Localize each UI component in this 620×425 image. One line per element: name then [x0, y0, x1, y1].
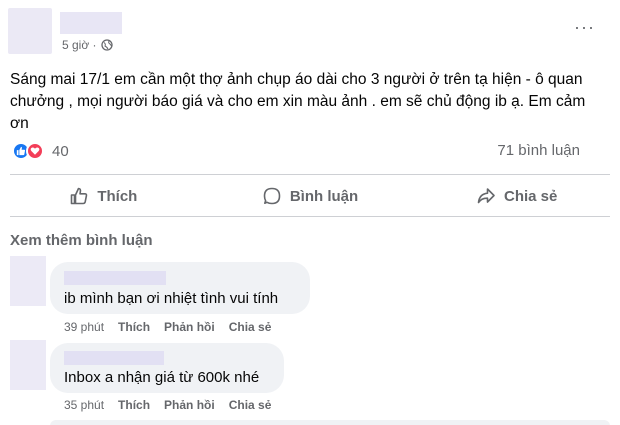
comment-actions: 39 phút Thích Phản hồi Chia sẻ — [64, 320, 271, 334]
thumbs-up-icon — [71, 187, 88, 205]
love-reaction-icon — [26, 142, 44, 160]
commenter-name-redacted[interactable] — [64, 351, 164, 365]
comment-bubble: ib mình bạn ơi nhiệt tình vui tính — [50, 262, 310, 314]
commenter-avatar[interactable] — [10, 256, 46, 306]
commenter-avatar[interactable] — [10, 340, 46, 390]
comment-like-button[interactable]: Thích — [118, 320, 150, 334]
post-time[interactable]: 5 giờ · — [62, 38, 97, 52]
more-options-icon[interactable]: ··· — [574, 18, 595, 36]
globe-icon — [100, 39, 113, 51]
comment-button[interactable]: Bình luận — [207, 178, 414, 214]
post-text: Sáng mai 17/1 em cần một thợ ảnh chụp áo… — [10, 71, 586, 132]
comment-share-button[interactable]: Chia sẻ — [229, 398, 272, 412]
comment-time[interactable]: 39 phút — [64, 320, 104, 334]
see-more-comments-link[interactable]: Xem thêm bình luận — [10, 232, 153, 249]
comment-count-link[interactable]: 71 bình luận — [497, 142, 580, 159]
reactions-summary[interactable]: 40 — [12, 142, 69, 160]
like-button-label: Thích — [97, 187, 138, 205]
comment-bubble: Inbox a nhận giá từ 600k nhé — [50, 343, 284, 393]
comment-reply-button[interactable]: Phản hồi — [164, 320, 215, 334]
divider — [10, 174, 610, 175]
like-button[interactable]: Thích — [0, 178, 207, 214]
share-button-label: Chia sẻ — [504, 187, 558, 205]
divider — [10, 216, 610, 217]
share-icon — [477, 188, 495, 204]
author-name-redacted[interactable] — [60, 12, 122, 34]
reaction-count: 40 — [52, 142, 69, 160]
facebook-post: 5 giờ · ··· Sáng mai 17/1 em cần một thợ… — [0, 0, 620, 425]
comment-actions: 35 phút Thích Phản hồi Chia sẻ — [64, 398, 271, 412]
comment-text: ib mình bạn ơi nhiệt tình vui tính — [64, 290, 279, 307]
share-button[interactable]: Chia sẻ — [413, 178, 620, 214]
comment-text: Inbox a nhận giá từ 600k nhé — [64, 369, 260, 386]
commenter-name-redacted[interactable] — [64, 271, 166, 285]
comment-icon — [263, 187, 281, 205]
comment-bubble — [50, 420, 610, 425]
comment-button-label: Bình luận — [289, 187, 359, 205]
comment-time[interactable]: 35 phút — [64, 398, 104, 412]
post-meta: 5 giờ · — [62, 38, 113, 52]
comment-reply-button[interactable]: Phản hồi — [164, 398, 215, 412]
comment-share-button[interactable]: Chia sẻ — [229, 320, 272, 334]
author-avatar[interactable] — [8, 8, 52, 54]
post-actions-bar: Thích Bình luận Chia sẻ — [0, 178, 620, 214]
comment-like-button[interactable]: Thích — [118, 398, 150, 412]
